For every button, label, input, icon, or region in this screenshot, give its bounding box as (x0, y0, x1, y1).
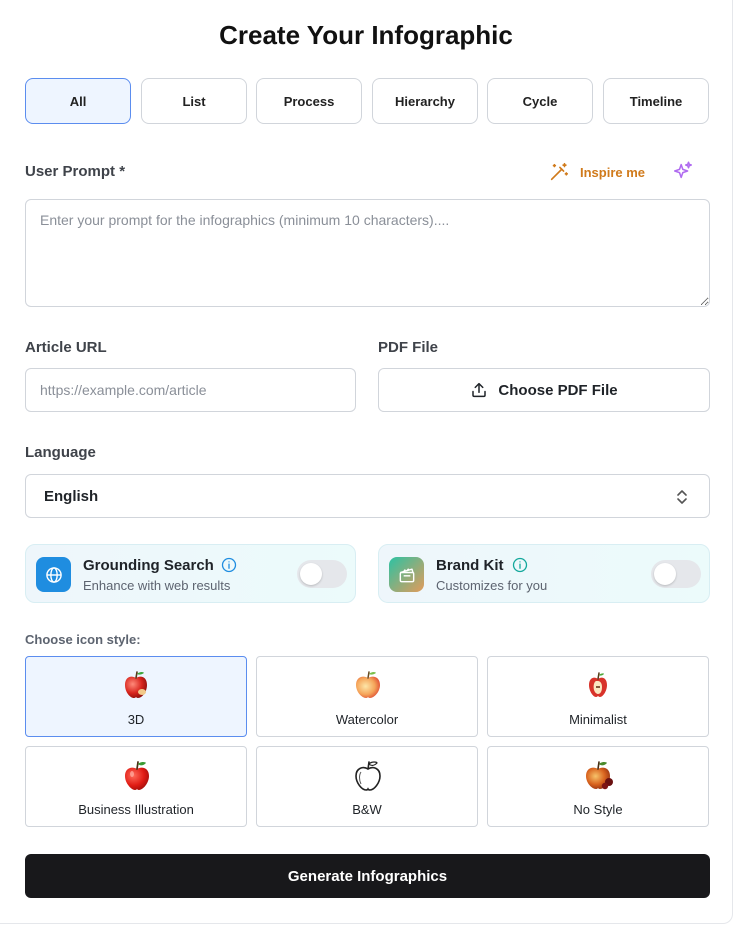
brand-kit-toggle[interactable] (651, 560, 701, 588)
tab-label: All (69, 93, 87, 109)
tab-list[interactable]: List (141, 78, 247, 124)
brand-kit-title: Brand Kit (436, 557, 504, 574)
icon-style-label-3d: 3D (127, 712, 145, 727)
generate-infographics-button[interactable]: Generate Infographics (25, 854, 710, 898)
icon-style-label-minimalist: Minimalist (569, 712, 627, 727)
article-url-input[interactable] (25, 368, 356, 412)
icon-style-label-no-style: No Style (573, 802, 623, 817)
choose-pdf-label: Choose PDF File (498, 381, 618, 399)
upload-icon (472, 382, 487, 398)
apple-minimalist-icon (589, 672, 607, 697)
language-value: English (44, 487, 99, 505)
apple-nostyle-icon (586, 761, 613, 790)
tab-label: List (182, 93, 206, 109)
pdf-file-label: PDF File (378, 339, 439, 356)
info-icon[interactable] (221, 557, 237, 573)
brand-kit-card: Brand Kit Customizes for you (378, 544, 710, 603)
language-label: Language (25, 444, 96, 461)
prompt-textarea[interactable] (25, 199, 710, 307)
generate-label: Generate Infographics (287, 867, 448, 885)
apple-bw-icon (355, 761, 381, 791)
category-tabs: All List Process Hierarchy Cycle Timelin… (25, 78, 710, 124)
user-prompt-label: User Prompt * (25, 163, 126, 180)
tab-timeline[interactable]: Timeline (603, 78, 709, 124)
magic-wand-icon (550, 162, 569, 181)
article-url-label: Article URL (25, 339, 107, 356)
grounding-search-toggle[interactable] (297, 560, 347, 588)
info-icon[interactable] (512, 557, 528, 573)
icon-style-label-bw: B&W (352, 802, 382, 817)
grounding-search-title: Grounding Search (83, 557, 214, 574)
tab-label: Timeline (629, 93, 683, 109)
icon-style-3d[interactable]: 3D (25, 656, 247, 737)
icon-style-label-watercolor: Watercolor (335, 712, 399, 727)
apple-watercolor-icon (356, 671, 380, 698)
apple-3d-icon (125, 671, 147, 698)
tab-hierarchy[interactable]: Hierarchy (372, 78, 478, 124)
chevron-up-down-icon (677, 490, 687, 504)
infographic-form-card: Create Your Infographic All List Process… (0, 0, 733, 924)
tab-label: Process (283, 93, 335, 109)
icon-style-bw[interactable]: B&W (256, 746, 478, 827)
grounding-search-description: Enhance with web results (83, 578, 231, 593)
tab-label: Hierarchy (395, 93, 455, 109)
grounding-search-card: Grounding Search Enhance with web result… (25, 544, 356, 603)
page-title: Create Your Infographic (219, 20, 513, 50)
icon-style-label-business-illustration: Business Illustration (78, 802, 194, 817)
tab-label: Cycle (522, 93, 558, 109)
tab-process[interactable]: Process (256, 78, 362, 124)
apple-business-icon (125, 761, 149, 790)
toggle-knob (654, 563, 676, 585)
clapperboard-icon (389, 557, 424, 592)
language-select[interactable]: English (25, 474, 710, 518)
tab-all[interactable]: All (25, 78, 131, 124)
tab-cycle[interactable]: Cycle (487, 78, 593, 124)
icon-style-label: Choose icon style: (25, 632, 141, 647)
sparkle-icon[interactable] (672, 160, 694, 182)
icon-style-watercolor[interactable]: Watercolor (256, 656, 478, 737)
icon-style-minimalist[interactable]: Minimalist (487, 656, 709, 737)
icon-style-no-style[interactable]: No Style (487, 746, 709, 827)
toggle-knob (300, 563, 322, 585)
globe-icon (36, 557, 71, 592)
choose-pdf-button[interactable]: Choose PDF File (378, 368, 710, 412)
inspire-me-label: Inspire me (580, 164, 646, 180)
brand-kit-description: Customizes for you (436, 578, 548, 593)
inspire-me-button[interactable]: Inspire me (548, 160, 645, 184)
icon-style-business-illustration[interactable]: Business Illustration (25, 746, 247, 827)
